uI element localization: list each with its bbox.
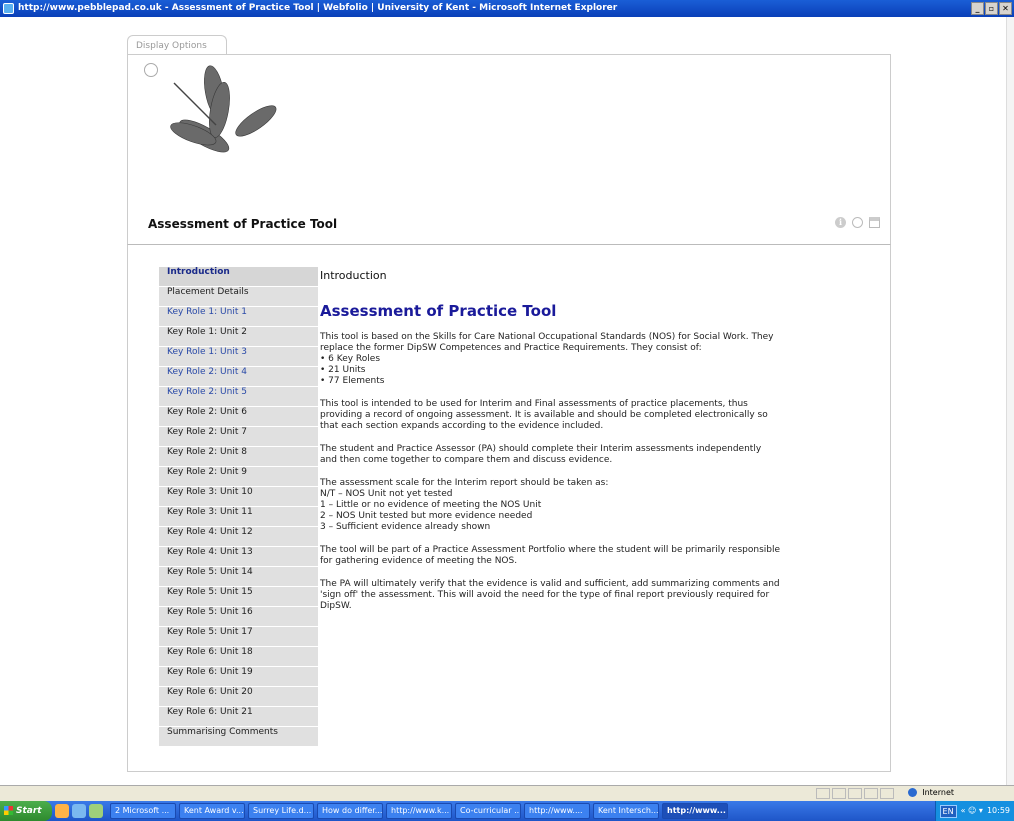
print-icon[interactable]: [869, 217, 880, 228]
nav-item[interactable]: Key Role 1: Unit 3: [159, 347, 318, 367]
nav-item[interactable]: Key Role 4: Unit 12: [159, 527, 318, 547]
comment-icon[interactable]: [852, 217, 863, 228]
text-line: and then come together to compare them a…: [320, 455, 613, 465]
collapse-toggle[interactable]: [144, 63, 158, 77]
text-line: N/T – NOS Unit not yet tested: [320, 489, 453, 499]
minimize-button[interactable]: _: [971, 2, 984, 15]
clock: 10:59: [986, 806, 1010, 815]
text-line: providing a record of ongoing assessment…: [320, 410, 768, 420]
taskbar-button[interactable]: 2 Microsoft ...: [110, 803, 176, 819]
nav-item[interactable]: Key Role 6: Unit 18: [159, 647, 318, 667]
window-titlebar: http://www.pebblepad.co.uk - Assessment …: [0, 0, 1014, 17]
nav-item[interactable]: Key Role 1: Unit 2: [159, 327, 318, 347]
nav-item[interactable]: Key Role 6: Unit 21: [159, 707, 318, 727]
text-line: • 77 Elements: [320, 376, 385, 386]
maximize-button[interactable]: ▫: [985, 2, 998, 15]
main-heading: Assessment of Practice Tool: [320, 302, 557, 320]
tray-icons: « ☺ ▾: [960, 806, 983, 815]
language-indicator[interactable]: EN: [939, 804, 957, 818]
zone-label: Internet: [922, 788, 954, 797]
status-bar: Internet: [0, 785, 1014, 801]
taskbar-button[interactable]: http://www.k...: [386, 803, 452, 819]
start-button[interactable]: Start: [0, 801, 52, 821]
globe-icon: [907, 788, 917, 797]
text-line: The tool will be part of a Practice Asse…: [320, 545, 781, 555]
nav-item[interactable]: Key Role 3: Unit 11: [159, 507, 318, 527]
taskbar-button[interactable]: Surrey Life.d...: [248, 803, 314, 819]
display-options-tab[interactable]: Display Options: [127, 35, 227, 55]
nav-item[interactable]: Summarising Comments: [159, 727, 318, 747]
text-line: DipSW.: [320, 601, 352, 611]
text-line: The assessment scale for the Interim rep…: [320, 478, 609, 488]
nav-item[interactable]: Key Role 2: Unit 4: [159, 367, 318, 387]
nav-item[interactable]: Key Role 5: Unit 15: [159, 587, 318, 607]
text-line: • 6 Key Roles: [320, 354, 381, 364]
text-line: 3 – Sufficient evidence already shown: [320, 522, 491, 532]
text-line: 'sign off' the assessment. This will avo…: [320, 590, 770, 600]
task-list: 2 Microsoft ... Kent Award v... Surrey Lif…: [110, 803, 728, 819]
text-line: that each section expands according to t…: [320, 421, 604, 431]
quick-launch-icon[interactable]: [72, 804, 86, 818]
nav-item[interactable]: Key Role 5: Unit 16: [159, 607, 318, 627]
taskbar-button[interactable]: http://www...: [662, 803, 728, 819]
system-tray: EN « ☺ ▾ 10:59: [934, 801, 1014, 821]
ie-icon: [3, 3, 14, 14]
nav-item[interactable]: Key Role 2: Unit 5: [159, 387, 318, 407]
text-line: The PA will ultimately verify that the e…: [320, 579, 780, 589]
nav-item[interactable]: Key Role 2: Unit 6: [159, 407, 318, 427]
nav-item[interactable]: Key Role 2: Unit 7: [159, 427, 318, 447]
text-line: 2 – NOS Unit tested but more evidence ne…: [320, 511, 533, 521]
taskbar-button[interactable]: Co-curricular ...: [455, 803, 521, 819]
text-line: This tool is intended to be used for Int…: [320, 399, 748, 409]
header-icons: i: [835, 217, 880, 228]
quick-launch-icon[interactable]: [89, 804, 103, 818]
nav-item[interactable]: Key Role 2: Unit 9: [159, 467, 318, 487]
header-panel: Assessment of Practice Tool i: [127, 54, 891, 244]
side-nav: Introduction Placement Details Key Role 1:…: [159, 267, 318, 747]
paragraph: This tool is based on the Skills for Car…: [320, 332, 882, 387]
text-line: This tool is based on the Skills for Car…: [320, 332, 774, 342]
nav-item[interactable]: Key Role 2: Unit 8: [159, 447, 318, 467]
nav-item[interactable]: Key Role 3: Unit 10: [159, 487, 318, 507]
nav-item[interactable]: Key Role 6: Unit 20: [159, 687, 318, 707]
intro-text: This tool is based on the Skills for Car…: [320, 332, 882, 612]
chestnut-leaf-image: [170, 65, 277, 153]
paragraph: The tool will be part of a Practice Asse…: [320, 545, 882, 567]
paragraph: The PA will ultimately verify that the e…: [320, 579, 882, 612]
text-line: • 21 Units: [320, 365, 366, 375]
taskbar: Start 2 Microsoft ... Kent Award v... Surr…: [0, 801, 1014, 821]
main-content: Introduction Assessment of Practice Tool…: [320, 269, 882, 624]
info-icon[interactable]: i: [835, 217, 846, 228]
page-title: Assessment of Practice Tool: [148, 217, 338, 231]
section-title: Introduction: [320, 269, 387, 282]
taskbar-button[interactable]: Kent Intersch...: [593, 803, 659, 819]
nav-item[interactable]: Key Role 5: Unit 17: [159, 627, 318, 647]
security-zone: Internet: [907, 788, 954, 797]
status-cells: [816, 788, 894, 799]
paragraph: This tool is intended to be used for Int…: [320, 399, 882, 432]
nav-item[interactable]: Key Role 6: Unit 19: [159, 667, 318, 687]
taskbar-button[interactable]: How do differ...: [317, 803, 383, 819]
text-line: 1 – Little or no evidence of meeting the…: [320, 500, 542, 510]
paragraph: The assessment scale for the Interim rep…: [320, 478, 882, 533]
text-line: replace the former DipSW Competences and…: [320, 343, 702, 353]
window-controls: _ ▫ ✕: [971, 2, 1012, 15]
nav-item[interactable]: Placement Details: [159, 287, 318, 307]
quick-launch-icon[interactable]: [55, 804, 69, 818]
paragraph: The student and Practice Assessor (PA) s…: [320, 444, 882, 466]
nav-item[interactable]: Introduction: [159, 267, 318, 287]
close-button[interactable]: ✕: [999, 2, 1012, 15]
taskbar-button[interactable]: http://www....: [524, 803, 590, 819]
text-line: The student and Practice Assessor (PA) s…: [320, 444, 762, 454]
window-title: http://www.pebblepad.co.uk - Assessment …: [18, 3, 618, 13]
content-panel: Introduction Placement Details Key Role 1:…: [127, 244, 891, 772]
nav-item[interactable]: Key Role 1: Unit 1: [159, 307, 318, 327]
nav-item[interactable]: Key Role 5: Unit 14: [159, 567, 318, 587]
taskbar-button[interactable]: Kent Award v...: [179, 803, 245, 819]
text-line: for gathering evidence of meeting the NO…: [320, 556, 518, 566]
vertical-scrollbar[interactable]: [1006, 17, 1014, 785]
nav-item[interactable]: Key Role 4: Unit 13: [159, 547, 318, 567]
